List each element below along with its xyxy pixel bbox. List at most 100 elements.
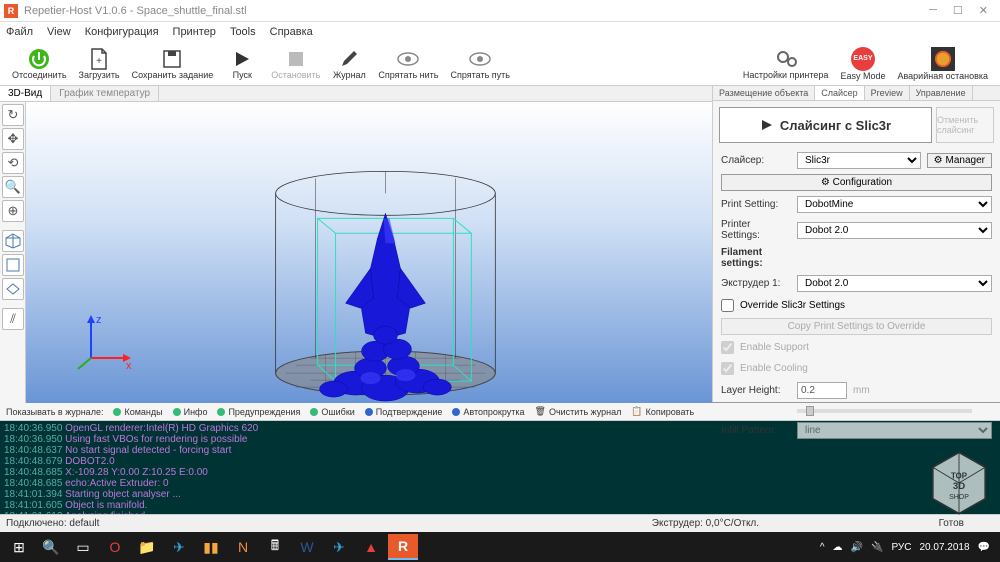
fit-button[interactable]: ⊕ — [2, 200, 24, 222]
menu-help[interactable]: Справка — [270, 26, 313, 38]
taskbar-repetier[interactable]: R — [388, 534, 418, 560]
taskview-button[interactable]: ▭ — [68, 534, 98, 560]
slicer-label: Слайсер: — [721, 155, 791, 166]
taskbar: ⊞ 🔍 ▭ O 📁 ✈ ▮▮ N 🖩 W ✈ ▲ R ^ ☁ 🔊 🔌 РУС 2… — [0, 532, 1000, 562]
taskbar-opera[interactable]: O — [100, 534, 130, 560]
tab-preview[interactable]: Preview — [865, 86, 910, 100]
menu-printer[interactable]: Принтер — [173, 26, 216, 38]
3d-viewport[interactable]: z x — [26, 102, 712, 403]
iso-view-button[interactable] — [2, 230, 24, 252]
statusbar: Подключено: default Экструдер: 0,0°C/Отк… — [0, 514, 1000, 532]
hide-path-button[interactable]: Спрятать путь — [444, 46, 515, 82]
stop-button[interactable]: Остановить — [265, 46, 326, 82]
log-autoscroll[interactable]: Автопрокрутка — [452, 407, 524, 417]
tray-notifications-icon[interactable]: 💬 — [978, 542, 990, 553]
menu-view[interactable]: View — [47, 26, 71, 38]
menu-tools[interactable]: Tools — [230, 26, 256, 38]
taskbar-app2[interactable]: N — [228, 534, 258, 560]
front-view-button[interactable] — [2, 254, 24, 276]
extruder-select[interactable]: Dobot 2.0 — [797, 275, 992, 292]
tray-chevron-icon[interactable]: ^ — [820, 542, 825, 553]
tab-3d-view[interactable]: 3D-Вид — [0, 86, 51, 101]
save-button[interactable]: Сохранить задание — [126, 46, 220, 82]
hide-filament-button[interactable]: Спрятать нить — [372, 46, 444, 82]
taskbar-telegram[interactable]: ✈ — [164, 534, 194, 560]
tab-temp-graph[interactable]: График температур — [51, 86, 159, 101]
cancel-slice-button: Отменить слайсинг — [936, 107, 994, 143]
taskbar-telegram2[interactable]: ✈ — [324, 534, 354, 560]
play-button[interactable]: Пуск — [219, 46, 265, 82]
tray-power-icon[interactable]: 🔌 — [871, 542, 883, 553]
disconnect-button[interactable]: Отсоединить — [6, 46, 73, 82]
override-checkbox[interactable] — [721, 299, 734, 312]
printer-settings-select[interactable]: Dobot 2.0 — [797, 222, 992, 239]
system-tray[interactable]: ^ ☁ 🔊 🔌 РУС 20.07.2018 💬 — [820, 542, 996, 553]
log-filter-ack[interactable]: Подтверждение — [365, 407, 443, 417]
log-button[interactable]: Журнал — [326, 46, 372, 82]
copy-settings-button: Copy Print Settings to Override — [721, 318, 992, 335]
layer-height-input — [797, 382, 847, 399]
log-filter-commands[interactable]: Команды — [113, 407, 162, 417]
maximize-button[interactable]: ☐ — [953, 4, 963, 17]
taskbar-app1[interactable]: ▮▮ — [196, 534, 226, 560]
log-filter-errors[interactable]: Ошибки — [310, 407, 354, 417]
search-button[interactable]: 🔍 — [36, 534, 66, 560]
print-setting-label: Print Setting: — [721, 199, 791, 210]
tray-lang[interactable]: РУС — [891, 542, 911, 553]
log-panel: Показывать в журнале: Команды Инфо Преду… — [0, 402, 1000, 514]
log-copy[interactable]: 📋Копировать — [631, 406, 694, 417]
play-icon — [231, 48, 253, 70]
taskbar-calc[interactable]: 🖩 — [260, 534, 290, 560]
main-toolbar: Отсоединить +Загрузить Сохранить задание… — [0, 42, 1000, 86]
tab-slicer[interactable]: Слайсер — [815, 86, 864, 100]
tray-date[interactable]: 20.07.2018 — [919, 542, 969, 553]
status-ready: Готов — [939, 518, 994, 529]
tray-cloud-icon[interactable]: ☁ — [833, 542, 843, 553]
eye-icon — [469, 48, 491, 70]
log-filter-info[interactable]: Инфо — [173, 407, 208, 417]
menu-file[interactable]: Файл — [6, 26, 33, 38]
support-checkbox — [721, 341, 734, 354]
log-filter-warnings[interactable]: Предупреждения — [217, 407, 300, 417]
slicer-select[interactable]: Slic3r — [797, 152, 921, 169]
app-icon: R — [4, 4, 18, 18]
tab-control[interactable]: Управление — [910, 86, 973, 100]
infill-slider — [797, 409, 972, 413]
load-button[interactable]: +Загрузить — [73, 46, 126, 82]
print-setting-select[interactable]: DobotMine — [797, 196, 992, 213]
emergency-stop-button[interactable]: Аварийная остановка — [891, 45, 994, 83]
power-icon — [28, 48, 50, 70]
extruder-label: Экструдер 1: — [721, 278, 791, 289]
minimize-button[interactable]: ─ — [929, 4, 937, 17]
document-icon: + — [88, 48, 110, 70]
taskbar-explorer[interactable]: 📁 — [132, 534, 162, 560]
tab-placement[interactable]: Размещение объекта — [713, 86, 815, 100]
taskbar-pdf[interactable]: ▲ — [356, 534, 386, 560]
tray-volume-icon[interactable]: 🔊 — [851, 542, 863, 553]
cooling-checkbox — [721, 362, 734, 375]
zoom-button[interactable]: 🔍 — [2, 176, 24, 198]
slice-button[interactable]: Слайсинг с Slic3r — [719, 107, 932, 143]
svg-text:+: + — [96, 56, 102, 67]
close-button[interactable]: ✕ — [979, 4, 988, 17]
emergency-icon — [931, 47, 955, 71]
titlebar: R Repetier-Host V1.0.6 - Space_shuttle_f… — [0, 0, 1000, 22]
right-panel: Размещение объекта Слайсер Preview Управ… — [713, 86, 1000, 402]
rotate-button[interactable]: ⟲ — [2, 152, 24, 174]
axis-indicator: z x — [76, 313, 136, 373]
configuration-button[interactable]: ⚙ Configuration — [721, 174, 992, 191]
log-clear[interactable]: 🗑Очистить журнал — [535, 406, 622, 417]
reset-view-button[interactable]: ↻ — [2, 104, 24, 126]
top-view-button[interactable] — [2, 278, 24, 300]
easy-mode-button[interactable]: EASYEasy Mode — [834, 45, 891, 83]
start-button[interactable]: ⊞ — [4, 534, 34, 560]
taskbar-word[interactable]: W — [292, 534, 322, 560]
infill-pattern-select: line — [797, 422, 992, 439]
menu-config[interactable]: Конфигурация — [85, 26, 159, 38]
manager-button[interactable]: ⚙ Manager — [927, 153, 992, 168]
override-label: Override Slic3r Settings — [740, 300, 845, 311]
move-button[interactable]: ✥ — [2, 128, 24, 150]
pencil-icon — [338, 48, 360, 70]
parallel-lines-button[interactable]: ⫽ — [2, 308, 24, 330]
printer-settings-button[interactable]: Настройки принтера — [737, 46, 835, 82]
